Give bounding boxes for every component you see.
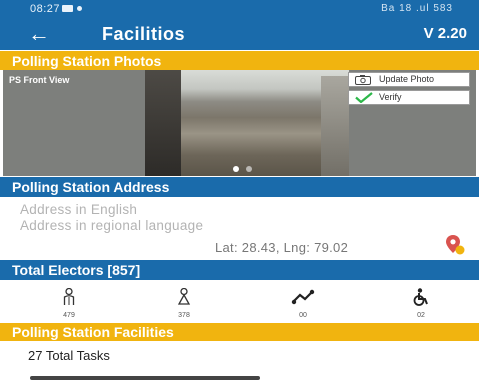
- camera-icon: [355, 75, 371, 89]
- lat-lng-readout: Lat: 28.43, Lng: 79.02: [215, 240, 349, 255]
- polling-station-photo[interactable]: [145, 70, 349, 176]
- elector-third-gender: 00: [283, 288, 323, 319]
- electors-breakdown: 479 378 00 02: [0, 287, 479, 320]
- app-version: V 2.20: [423, 25, 467, 42]
- carousel-dot-active[interactable]: [233, 166, 239, 172]
- third-gender-icon: [291, 289, 315, 305]
- elector-male: 479: [49, 287, 89, 319]
- update-photo-label: Update Photo: [379, 74, 435, 84]
- verify-label: Verify: [379, 92, 402, 102]
- pwd-wheelchair-icon: [413, 288, 428, 306]
- elector-pwd: 02: [401, 288, 441, 319]
- status-signal-battery: Ba 18 .ul 583: [381, 3, 453, 14]
- update-photo-button[interactable]: Update Photo: [348, 72, 470, 87]
- app-bar: ← Facilitios V 2.20: [0, 20, 479, 50]
- address-regional-field[interactable]: Address in regional language: [20, 218, 203, 233]
- location-pin-icon[interactable]: [444, 234, 465, 255]
- address-english-field[interactable]: Address in English: [20, 202, 137, 217]
- carousel-dot[interactable]: [246, 166, 252, 172]
- page-title: Facilitios: [102, 24, 186, 44]
- elector-female-count: 378: [178, 312, 190, 319]
- elector-third-gender-count: 00: [299, 312, 307, 319]
- facilities-section-header: Polling Station Facilities: [0, 323, 479, 341]
- photos-section-header: Polling Station Photos: [0, 51, 479, 70]
- photo-view-label: PS Front View: [9, 75, 70, 85]
- electors-section-header: Total Electors [857]: [0, 260, 479, 280]
- verify-button[interactable]: Verify: [348, 90, 470, 105]
- female-voter-icon: [177, 287, 191, 305]
- notification-icon: [62, 5, 73, 12]
- status-notification-icons: [62, 5, 82, 12]
- checkmark-icon: [355, 92, 373, 107]
- total-tasks-label[interactable]: 27 Total Tasks: [28, 348, 110, 363]
- address-section-header: Polling Station Address: [0, 177, 479, 197]
- tasks-progress-divider: [30, 376, 260, 380]
- elector-male-count: 479: [63, 312, 75, 319]
- status-bar: 08:27 Ba 18 .ul 583: [0, 0, 479, 20]
- status-time: 08:27: [30, 3, 61, 15]
- arrow-left-icon[interactable]: ←: [28, 22, 50, 46]
- notification-dot-icon: [77, 6, 82, 11]
- elector-pwd-count: 02: [417, 312, 425, 319]
- male-voter-icon: [63, 287, 75, 305]
- elector-female: 378: [164, 287, 204, 319]
